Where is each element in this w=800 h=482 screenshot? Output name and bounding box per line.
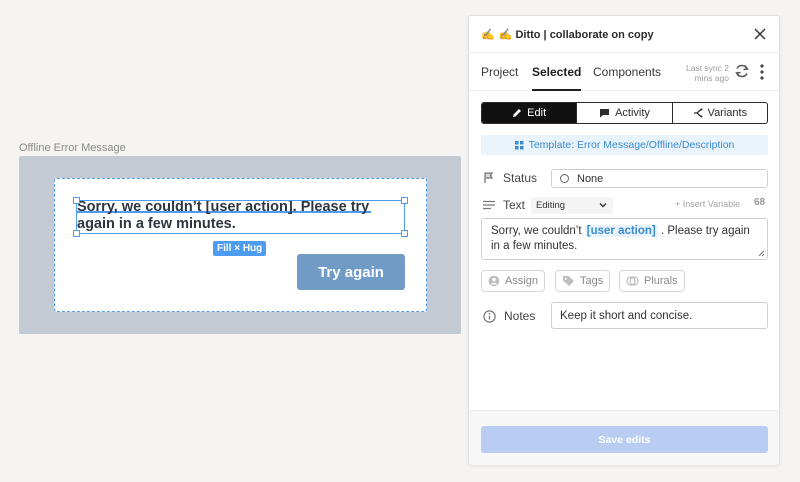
insert-variable-button[interactable]: + Insert Variable bbox=[675, 199, 740, 209]
tab-project[interactable]: Project bbox=[481, 53, 518, 91]
flag-icon bbox=[484, 172, 494, 183]
resize-grip-icon[interactable] bbox=[758, 250, 765, 257]
pencil-icon bbox=[513, 109, 522, 117]
mode-edit[interactable]: Edit bbox=[482, 103, 577, 123]
selection-box[interactable] bbox=[76, 200, 405, 234]
writing-hand-icon: ✍️ bbox=[481, 28, 495, 41]
chevron-down-icon bbox=[599, 203, 607, 208]
panel-footer: Save edits bbox=[469, 410, 779, 465]
resize-handle-bl[interactable] bbox=[73, 230, 80, 237]
sync-icon[interactable] bbox=[733, 62, 751, 80]
text-row-label: Text bbox=[483, 198, 525, 212]
panel-title: ✍️ ✍️ Ditto | collaborate on copy bbox=[481, 28, 654, 41]
text-editor[interactable]: Sorry, we couldn’t [user action] . Pleas… bbox=[481, 218, 768, 260]
panel-header: ✍️ ✍️ Ditto | collaborate on copy bbox=[469, 16, 779, 53]
user-circle-icon bbox=[488, 275, 500, 287]
panel-title-text: ✍️ Ditto | collaborate on copy bbox=[498, 28, 654, 41]
variable-tag[interactable]: [user action] bbox=[584, 225, 658, 237]
tags-label: Tags bbox=[580, 275, 604, 287]
comment-icon bbox=[600, 109, 610, 118]
frame-label: Offline Error Message bbox=[19, 142, 126, 154]
tab-selected[interactable]: Selected bbox=[532, 53, 582, 91]
try-again-button[interactable]: Try again bbox=[297, 254, 405, 290]
tags-button[interactable]: Tags bbox=[555, 270, 611, 292]
last-sync-text: Last sync 2 mins ago bbox=[686, 63, 729, 83]
close-icon[interactable] bbox=[753, 27, 767, 41]
text-lines-icon bbox=[483, 200, 495, 210]
plurals-label: Plurals bbox=[644, 275, 678, 287]
assign-button[interactable]: Assign bbox=[481, 270, 546, 292]
status-label: Status bbox=[503, 171, 538, 185]
branch-icon bbox=[693, 108, 703, 118]
size-chip: Fill × Hug bbox=[213, 241, 267, 256]
status-circle-icon bbox=[560, 174, 569, 183]
ditto-panel: ✍️ ✍️ Ditto | collaborate on copy Projec… bbox=[468, 15, 780, 465]
resize-handle-tl[interactable] bbox=[73, 197, 80, 204]
text-label: Text bbox=[503, 198, 526, 212]
tab-components[interactable]: Components bbox=[593, 53, 661, 91]
tag-icon bbox=[563, 276, 574, 286]
grid-icon bbox=[514, 140, 524, 149]
editing-status-select[interactable]: Editing bbox=[531, 197, 613, 214]
plurals-icon bbox=[626, 276, 639, 286]
panel-tabs: Project Selected Components Last sync 2 … bbox=[469, 53, 779, 91]
text-before-variable: Sorry, we couldn’t bbox=[491, 225, 585, 237]
template-link[interactable]: Template: Error Message/Offline/Descript… bbox=[481, 135, 768, 155]
status-value: None bbox=[577, 172, 604, 185]
notes-row-label: Notes bbox=[483, 309, 535, 323]
template-label: Template: Error Message/Offline/Descript… bbox=[528, 139, 735, 151]
resize-handle-br[interactable] bbox=[401, 230, 408, 237]
mode-switcher: Edit Activity Variants bbox=[481, 102, 768, 124]
save-edits-button[interactable]: Save edits bbox=[481, 426, 768, 453]
notes-input[interactable]: Keep it short and concise. bbox=[551, 302, 768, 329]
mode-edit-label: Edit bbox=[527, 107, 547, 119]
plurals-button[interactable]: Plurals bbox=[619, 270, 685, 292]
info-icon bbox=[483, 309, 496, 323]
status-select[interactable]: None bbox=[551, 169, 768, 188]
mode-variants-label: Variants bbox=[707, 107, 748, 119]
more-vertical-icon[interactable] bbox=[759, 63, 765, 81]
resize-handle-tr[interactable] bbox=[401, 197, 408, 204]
character-count: 68 bbox=[754, 197, 766, 208]
mode-activity[interactable]: Activity bbox=[576, 103, 671, 123]
editing-status-value: Editing bbox=[536, 200, 566, 211]
assign-label: Assign bbox=[505, 275, 539, 287]
mode-variants[interactable]: Variants bbox=[671, 103, 767, 123]
notes-label: Notes bbox=[504, 309, 536, 323]
status-row-label: Status bbox=[483, 171, 537, 185]
mode-activity-label: Activity bbox=[615, 107, 650, 119]
